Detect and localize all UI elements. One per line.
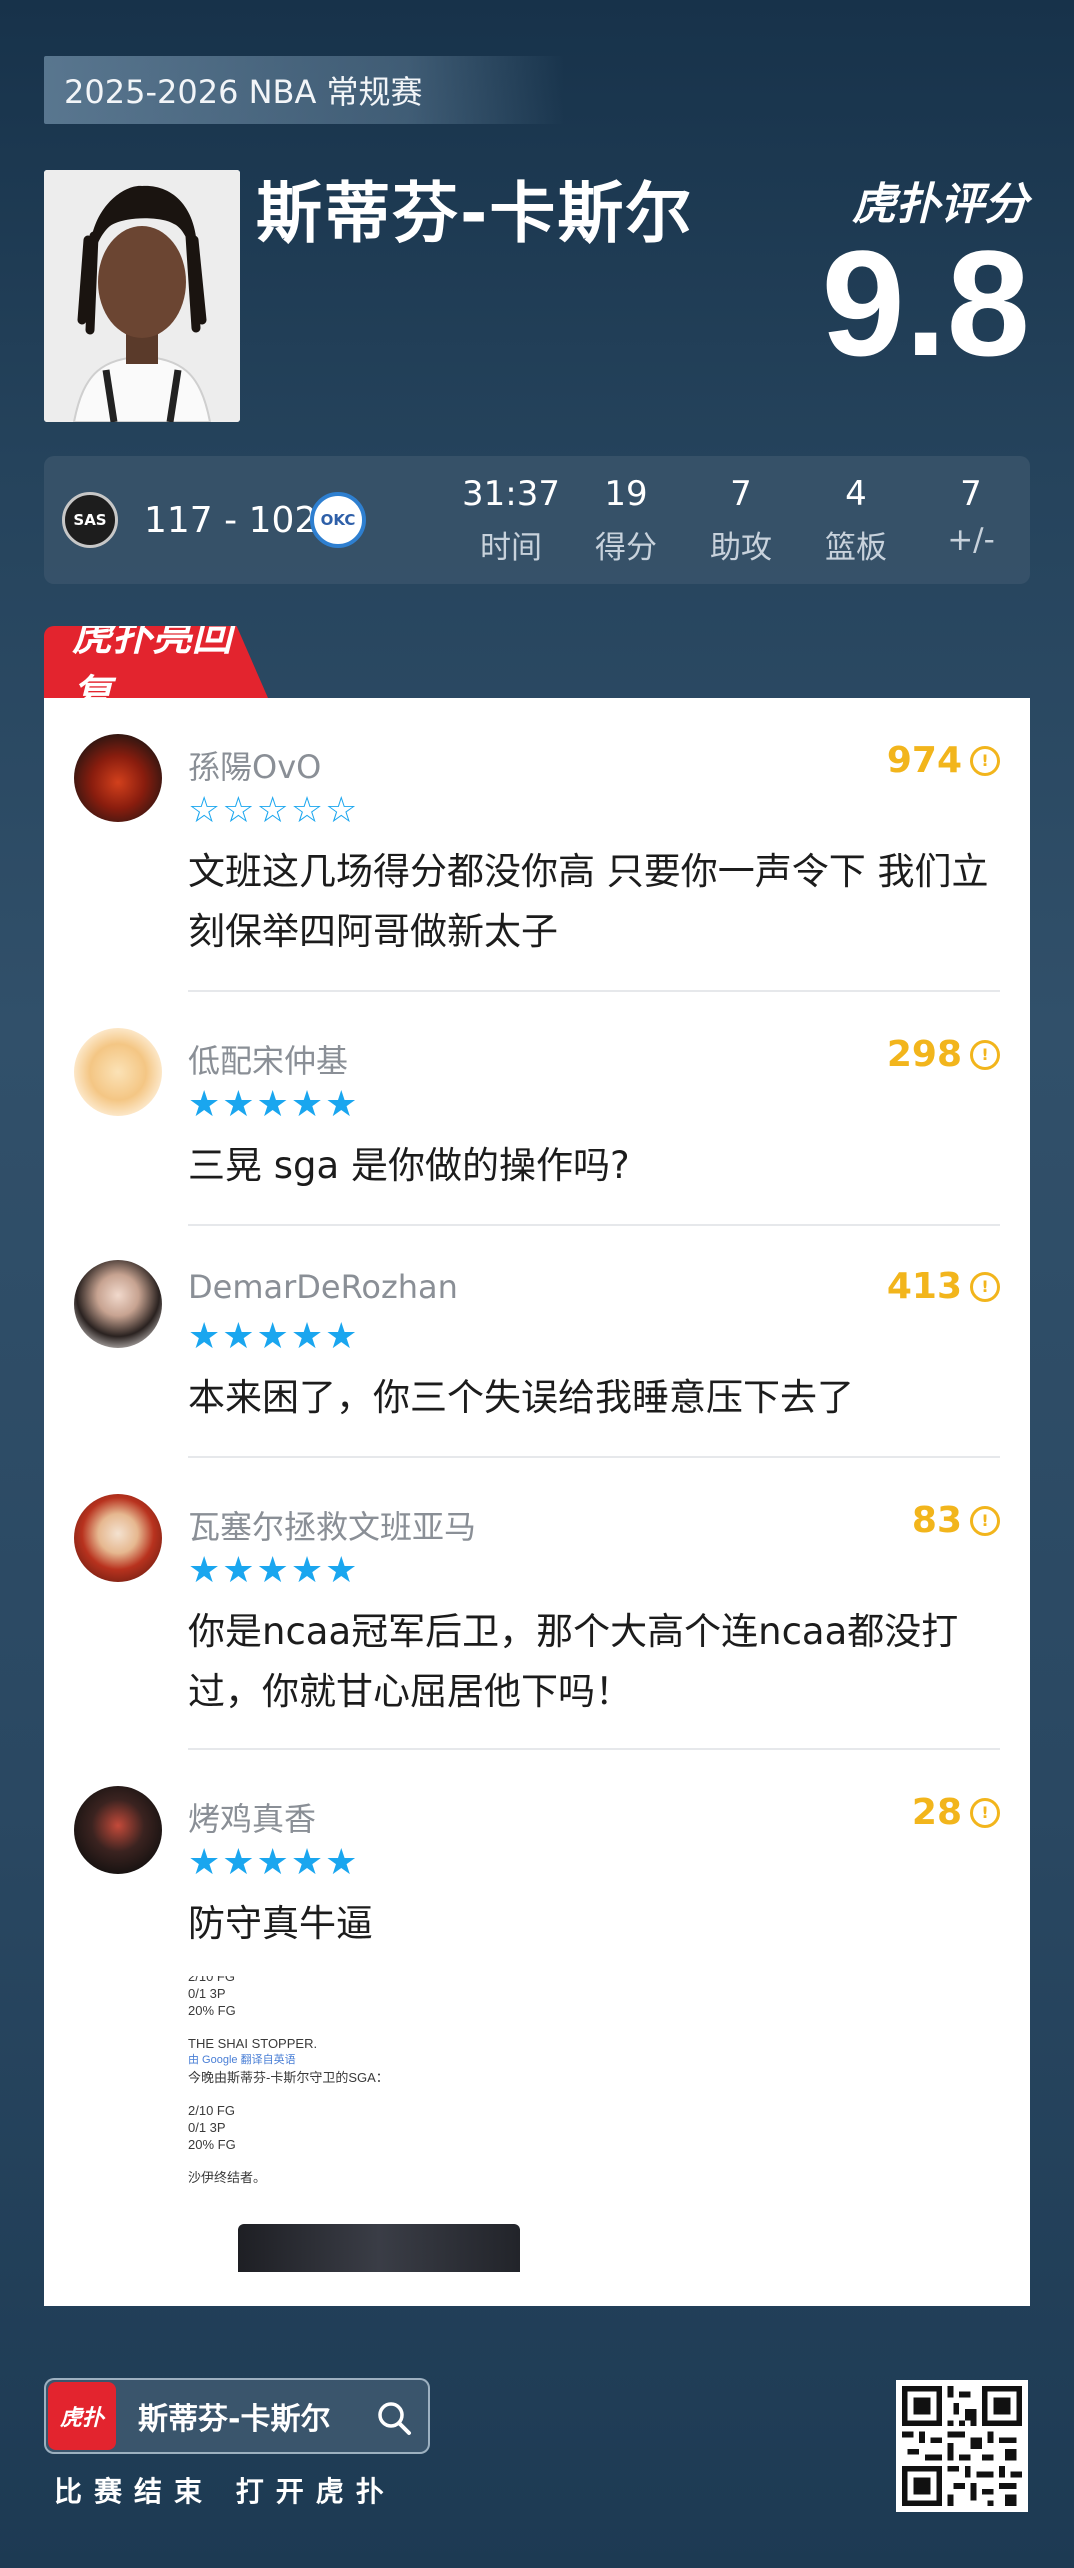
stat-value: 19 [604, 474, 648, 514]
player-name: 斯蒂芬-卡斯尔 [256, 175, 694, 252]
likes-count: 28 [911, 1792, 962, 1833]
bottom-search-bar[interactable]: 虎扑 斯蒂芬-卡斯尔 [44, 2378, 430, 2454]
rating-stars-full: ★★★★★ [188, 1842, 360, 1883]
game-stats-bar: SAS 117 - 102 OKC 31:37 时间 19 得分 7 助攻 4 … [44, 456, 1030, 584]
player-portrait-icon [44, 170, 240, 422]
lightbulb-icon: ! [970, 1797, 1000, 1828]
stat-label: 助攻 [710, 530, 772, 566]
likes-count: 298 [886, 1034, 962, 1075]
replies-card: 孫陽OvO 974 ! ☆☆☆☆☆ 文班这几场得分都没你高 只要你一声令下 我们… [44, 698, 1030, 2306]
stat-rebounds: 4 篮板 [801, 474, 911, 567]
season-label: 2025-2026 NBA 常规赛 [44, 56, 564, 124]
thumb-line: 0/1 3P [188, 1986, 226, 2001]
comment-username[interactable]: 烤鸡真香 [188, 1794, 316, 1840]
comment-username[interactable]: 低配宋仲基 [188, 1036, 348, 1082]
comment-likes[interactable]: 413 ! [887, 1266, 1000, 1307]
comment-username[interactable]: DemarDeRozhan [188, 1268, 458, 1306]
user-avatar[interactable] [74, 1028, 162, 1116]
stat-label: +/- [947, 522, 995, 558]
thumb-translate-note: 由 Google 翻译自英语 [188, 2054, 296, 2066]
comment-likes[interactable]: 974 ! [887, 740, 1000, 781]
likes-count: 974 [886, 740, 962, 781]
divider [188, 990, 1000, 992]
divider [188, 1224, 1000, 1226]
comment-likes[interactable]: 298 ! [887, 1034, 1000, 1075]
thumb-line: 2/10 FG [188, 1976, 235, 1984]
stat-minutes: 31:37 时间 [456, 474, 566, 567]
okc-team-logo-icon: OKC [310, 492, 366, 548]
stat-value: 31:37 [462, 474, 560, 514]
stat-plus-minus: 7 +/- [916, 474, 1026, 558]
rating-score: 9.8 [821, 219, 1030, 387]
comment-text: 文班这几场得分都没你高 只要你一声令下 我们立刻保举四阿哥做新太子 [188, 850, 989, 953]
user-avatar[interactable] [74, 1260, 162, 1348]
comment-username[interactable]: 孫陽OvO [188, 742, 321, 788]
comment-text: 三晃 sga 是你做的操作吗? [188, 1144, 630, 1187]
divider [188, 1456, 1000, 1458]
lightbulb-icon: ! [970, 1039, 1000, 1070]
stat-value: 4 [845, 474, 867, 514]
user-avatar[interactable] [74, 1786, 162, 1874]
hot-replies-tag: 虎扑亮回复 [44, 626, 268, 698]
rating-stars-empty: ☆☆☆☆☆ [188, 790, 360, 831]
thumb-line: 2/10 FG [188, 2103, 235, 2118]
stat-assists: 7 助攻 [686, 474, 796, 567]
divider [188, 1748, 1000, 1750]
likes-count: 83 [911, 1500, 962, 1541]
player-avatar [44, 170, 240, 422]
user-avatar[interactable] [74, 734, 162, 822]
qr-code-icon [896, 2380, 1028, 2512]
comment-text: 你是ncaa冠军后卫，那个大高个连ncaa都没打过，你就甘心屈居他下吗！ [188, 1610, 959, 1713]
rating-stars-full: ★★★★★ [188, 1084, 360, 1125]
thumb-line: 0/1 3P [188, 2120, 226, 2135]
stat-label: 篮板 [825, 530, 887, 566]
hupu-logo-icon: 虎扑 [48, 2382, 116, 2450]
thumb-line: 20% FG [188, 2003, 236, 2018]
comment-likes[interactable]: 28 ! [912, 1792, 1000, 1833]
lightbulb-icon: ! [970, 1271, 1000, 1302]
lightbulb-icon: ! [970, 745, 1000, 776]
thumb-line: 20% FG [188, 2137, 236, 2152]
bottom-tagline: 比赛结束 打开虎扑 [54, 2475, 396, 2508]
search-icon[interactable] [376, 2400, 412, 2436]
comment-text: 本来困了，你三个失误给我睡意压下去了 [188, 1376, 854, 1419]
rating-stars-full: ★★★★★ [188, 1316, 360, 1357]
comment-attached-image[interactable]: 2/10 FG 0/1 3P 20% FG THE SHAI STOPPER. … [188, 1976, 528, 2272]
lightbulb-icon: ! [970, 1505, 1000, 1536]
stat-value: 7 [730, 474, 752, 514]
stat-points: 19 得分 [571, 474, 681, 567]
search-keyword: 斯蒂芬-卡斯尔 [138, 2402, 331, 2437]
comment-username[interactable]: 瓦塞尔拯救文班亚马 [188, 1502, 476, 1548]
stat-label: 得分 [595, 530, 657, 566]
rating-stars-full: ★★★★★ [188, 1550, 360, 1591]
comment-likes[interactable]: 83 ! [912, 1500, 1000, 1541]
thumb-footer: 沙伊终结者。 [188, 2170, 267, 2185]
game-score: 117 - 102 [144, 500, 318, 541]
thumb-photo [238, 2224, 520, 2272]
comment-text: 防守真牛逼 [188, 1902, 373, 1945]
likes-count: 413 [886, 1266, 962, 1307]
thumb-headline: THE SHAI STOPPER. [188, 2036, 318, 2051]
user-avatar[interactable] [74, 1494, 162, 1582]
stat-value: 7 [960, 474, 982, 514]
sas-team-logo-icon: SAS [62, 492, 118, 548]
thumb-translated: 今晚由斯蒂芬-卡斯尔守卫的SGA： [188, 2070, 389, 2085]
stat-label: 时间 [480, 530, 542, 566]
